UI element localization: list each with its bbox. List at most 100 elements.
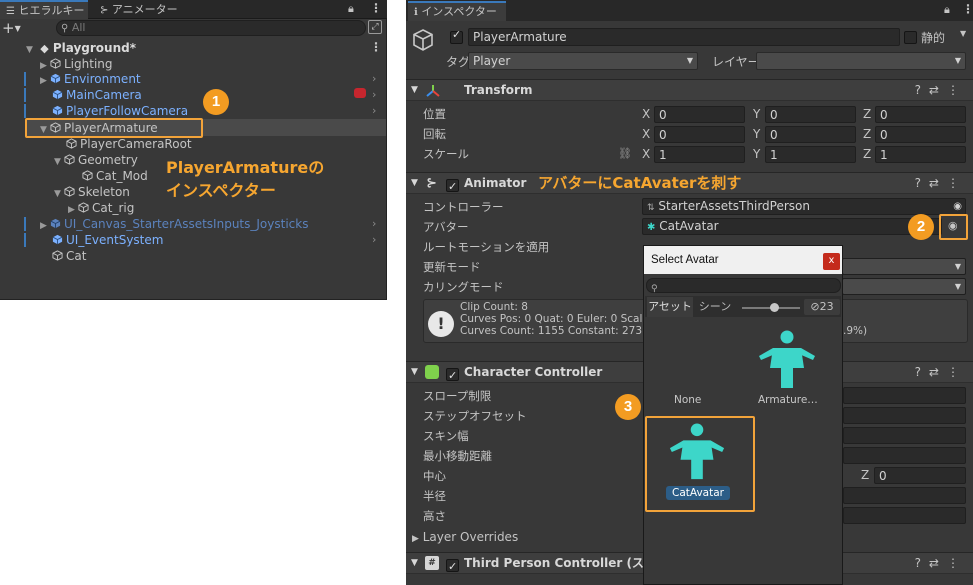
- asset-item-armature[interactable]: Armature…: [758, 394, 818, 406]
- position-z-field[interactable]: 0: [875, 106, 966, 123]
- transform-header[interactable]: ▼ Transform ?⇄⋮: [406, 79, 973, 101]
- update-mode-dropdown[interactable]: ▼: [842, 258, 966, 275]
- scene-visibility-icon[interactable]: ⤢: [368, 20, 382, 34]
- axis-label-x[interactable]: X: [642, 127, 650, 141]
- list-item[interactable]: Cat_Mod: [82, 168, 148, 184]
- controller-label: コントローラー: [423, 200, 504, 214]
- chevron-right-icon[interactable]: ›: [372, 88, 376, 101]
- tab-scene[interactable]: シーン: [695, 297, 735, 317]
- list-item[interactable]: ▶ Cat_rig: [68, 200, 134, 216]
- axis-label-y[interactable]: Y: [753, 107, 760, 121]
- tag-dropdown[interactable]: Player ▼: [468, 52, 698, 70]
- popup-close-button[interactable]: x: [823, 253, 840, 270]
- center-z-field[interactable]: 0: [874, 467, 966, 484]
- item-label: UI_EventSystem: [66, 233, 164, 247]
- scene-row[interactable]: ▼ ◆ Playground*: [26, 40, 386, 56]
- link-broken-icon[interactable]: ⛓: [618, 147, 632, 160]
- tab-inspector[interactable]: ℹ インスペクター: [408, 1, 506, 21]
- axis-label-y[interactable]: Y: [753, 127, 760, 141]
- scale-y-field[interactable]: 1: [765, 146, 856, 163]
- controller-field[interactable]: ⇅ StarterAssetsThirdPerson ◉: [642, 198, 966, 215]
- static-dropdown-icon[interactable]: ▼: [960, 29, 966, 38]
- lock-icon[interactable]: 🔒︎: [944, 3, 950, 17]
- axis-label-z[interactable]: Z: [863, 107, 871, 121]
- third-person-enabled-checkbox[interactable]: [446, 556, 459, 577]
- list-item[interactable]: ▶ UI_Canvas_StarterAssetsInputs_Joysticks: [40, 216, 308, 232]
- axis-label-z[interactable]: Z: [863, 127, 871, 141]
- scale-x-field[interactable]: 1: [654, 146, 745, 163]
- height-field[interactable]: [843, 507, 966, 524]
- step-offset-field[interactable]: [843, 407, 966, 424]
- list-item[interactable]: ▶ Lighting: [40, 56, 113, 72]
- hidden-count-toggle[interactable]: ⊘23: [804, 299, 840, 315]
- component-header-icons[interactable]: ?⇄⋮: [915, 80, 967, 101]
- min-move-field[interactable]: [843, 447, 966, 464]
- cat-avatar-figure-icon[interactable]: [667, 423, 727, 486]
- list-item[interactable]: MainCamera: [52, 87, 142, 103]
- skin-width-field[interactable]: [843, 427, 966, 444]
- controller-asset-icon: ⇅: [647, 203, 655, 213]
- position-y-field[interactable]: 0: [765, 106, 856, 123]
- component-header-icons[interactable]: ?⇄⋮: [915, 362, 967, 383]
- prefab-cube-icon: [52, 88, 63, 100]
- object-name-input[interactable]: PlayerArmature: [468, 28, 900, 46]
- popup-search-input[interactable]: ⚲: [646, 278, 841, 294]
- list-item[interactable]: PlayerFollowCamera: [52, 103, 188, 119]
- layer-overrides-row[interactable]: ▶ Layer Overrides: [412, 527, 518, 547]
- warning-info-icon: !: [428, 311, 454, 337]
- culling-mode-dropdown[interactable]: ▼: [842, 278, 966, 295]
- hierarchy-tab-icon: ☰: [6, 6, 15, 17]
- third-person-title: Third Person Controller (スク: [464, 556, 656, 570]
- list-item[interactable]: ▶ Environment: [40, 71, 141, 87]
- camera-gizmo-icon: [354, 88, 366, 98]
- component-header-icons[interactable]: ?⇄⋮: [915, 553, 967, 574]
- chevron-right-icon[interactable]: ›: [372, 104, 376, 117]
- scene-menu-icon[interactable]: ⋮: [370, 40, 382, 54]
- tab-assets[interactable]: アセット: [647, 297, 693, 317]
- min-move-distance-label: 最小移動距離: [423, 449, 492, 463]
- layer-dropdown[interactable]: ▼: [756, 52, 966, 70]
- animator-enabled-checkbox[interactable]: [446, 176, 459, 197]
- chevron-right-icon[interactable]: ›: [372, 217, 376, 230]
- lock-icon[interactable]: 🔒︎: [348, 2, 354, 16]
- rotation-x-field[interactable]: 0: [654, 126, 745, 143]
- asset-item-none[interactable]: None: [674, 394, 701, 406]
- list-item[interactable]: ▼ Skeleton: [54, 184, 130, 200]
- hierarchy-search-input[interactable]: ⚲ All: [56, 20, 366, 36]
- avatar-figure-icon[interactable]: [757, 330, 817, 395]
- axis-label-z[interactable]: Z: [863, 147, 871, 161]
- avatar-object-picker-icon[interactable]: ◉: [948, 219, 958, 232]
- list-item[interactable]: PlayerCameraRoot: [66, 136, 192, 152]
- animator-header[interactable]: ▼ ⊱ Animator アバターにCatAvaterを刺す ?⇄⋮: [406, 172, 973, 197]
- menu-kebab-icon[interactable]: ⋮: [962, 2, 973, 16]
- slope-field[interactable]: [843, 387, 966, 404]
- tab-animator[interactable]: ⊱ アニメーター: [94, 0, 184, 19]
- chevron-down-icon: ▼: [14, 24, 21, 33]
- chevron-right-icon[interactable]: ›: [372, 72, 376, 85]
- radius-field[interactable]: [843, 487, 966, 504]
- scale-z-field[interactable]: 1: [875, 146, 966, 163]
- list-item[interactable]: Cat: [52, 248, 86, 264]
- axis-label-x[interactable]: X: [642, 107, 650, 121]
- size-slider-thumb[interactable]: [770, 303, 779, 312]
- avatar-field[interactable]: ✱ CatAvatar: [642, 218, 942, 235]
- gameobject-cube-icon: [52, 249, 63, 261]
- list-item[interactable]: ▼ Geometry: [54, 152, 138, 168]
- rotation-y-field[interactable]: 0: [765, 126, 856, 143]
- menu-kebab-icon[interactable]: ⋮: [370, 1, 382, 15]
- chevron-right-icon[interactable]: ›: [372, 233, 376, 246]
- gameobject-large-cube-icon: [411, 28, 435, 55]
- static-checkbox[interactable]: [904, 31, 917, 45]
- character-controller-enabled-checkbox[interactable]: [446, 365, 459, 386]
- axis-label-y[interactable]: Y: [753, 147, 760, 161]
- list-item[interactable]: UI_EventSystem: [52, 232, 163, 248]
- object-picker-icon[interactable]: ◉: [953, 199, 962, 214]
- position-x-field[interactable]: 0: [654, 106, 745, 123]
- asset-item-cat-avatar[interactable]: CatAvatar: [666, 486, 730, 500]
- tab-hierarchy[interactable]: ☰ ヒエラルキー: [0, 0, 88, 19]
- add-object-button[interactable]: +▼: [2, 19, 21, 38]
- active-checkbox[interactable]: [450, 28, 463, 45]
- rotation-z-field[interactable]: 0: [875, 126, 966, 143]
- component-header-icons[interactable]: ?⇄⋮: [915, 173, 967, 194]
- axis-label-x[interactable]: X: [642, 147, 650, 161]
